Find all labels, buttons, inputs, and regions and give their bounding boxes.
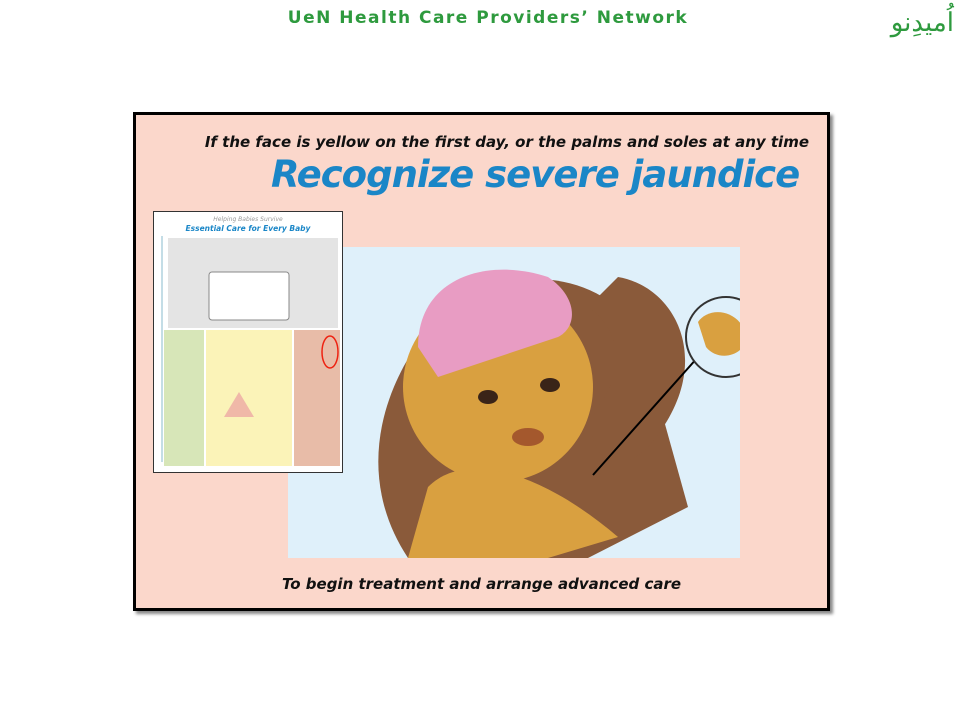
baby-jaundice-illustration bbox=[288, 247, 740, 558]
slide: If the face is yellow on the first day, … bbox=[133, 112, 830, 611]
chart-diagram bbox=[161, 236, 340, 466]
slide-footer: To begin treatment and arrange advanced … bbox=[281, 575, 682, 593]
essential-care-chart-thumbnail: Helping Babies Survive Essential Care fo… bbox=[153, 211, 343, 473]
header-title: UeN Health Care Providers’ Network bbox=[287, 8, 689, 28]
slide-subtitle: If the face is yellow on the first day, … bbox=[204, 133, 809, 151]
slide-title: Recognize severe jaundice bbox=[271, 153, 800, 196]
logo: اُمیدِنو bbox=[890, 8, 954, 38]
